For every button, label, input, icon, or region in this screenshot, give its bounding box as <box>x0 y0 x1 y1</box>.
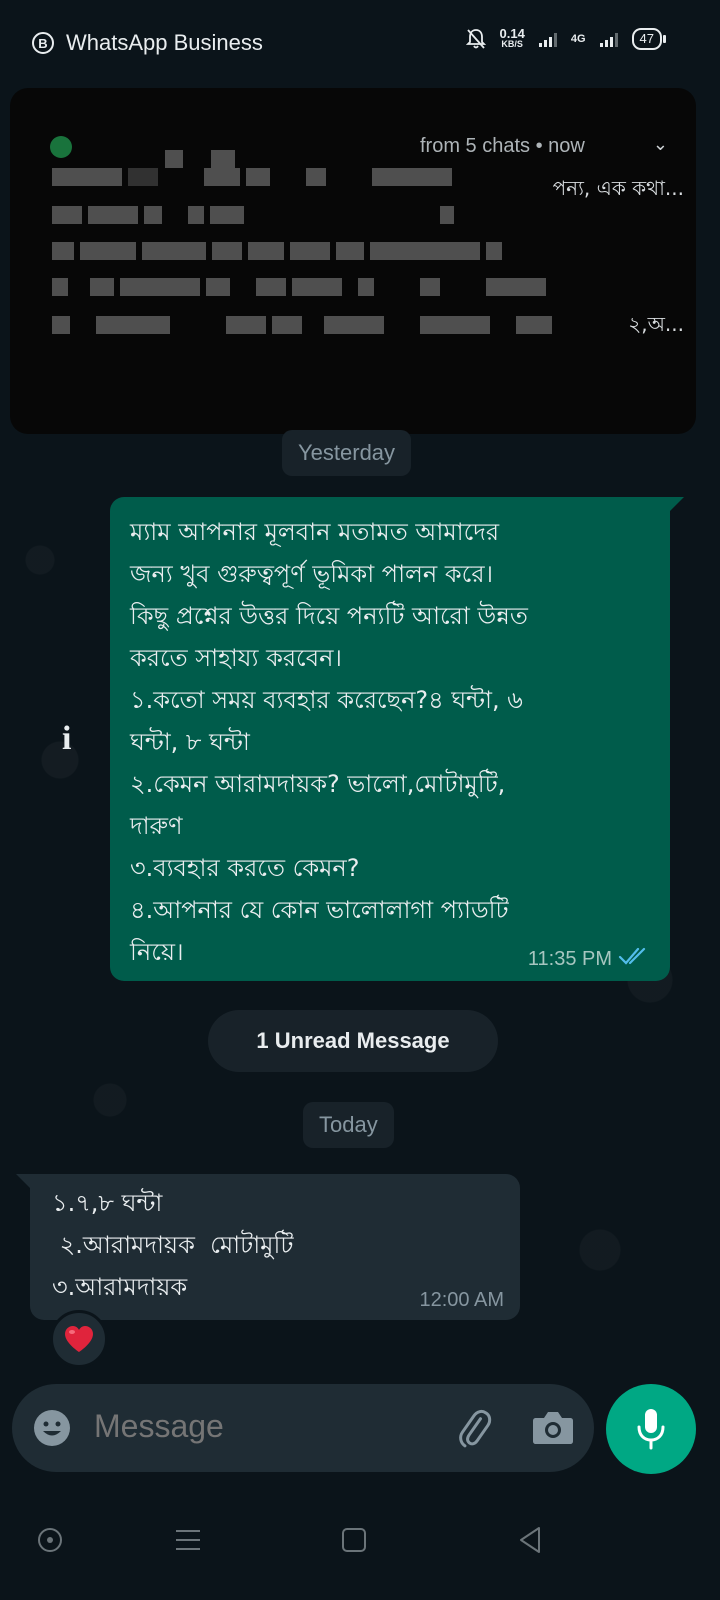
system-navigation-bar <box>0 1488 720 1600</box>
status-bar-app: B WhatsApp Business <box>32 30 263 56</box>
heart-reaction-icon[interactable] <box>50 1310 108 1368</box>
status-bar: B WhatsApp Business 0.14 KB/S 4G 47 <box>0 0 720 88</box>
message-input[interactable] <box>94 1408 424 1445</box>
camera-icon[interactable] <box>532 1408 574 1446</box>
redacted-text <box>52 168 452 186</box>
network-type: 4G <box>570 33 586 45</box>
message-time: 12:00 AM <box>419 1289 504 1311</box>
redacted-text <box>52 316 552 334</box>
paperclip-icon[interactable] <box>452 1406 496 1450</box>
battery-indicator: 47 <box>631 28 667 50</box>
signal-icon <box>538 31 557 47</box>
message-time: 11:35 PM <box>527 948 612 970</box>
emoji-icon[interactable] <box>32 1408 72 1448</box>
redacted-text <box>52 278 546 296</box>
unread-messages-divider: 1 Unread Message <box>208 1010 498 1072</box>
square-icon[interactable] <box>334 1520 374 1560</box>
circle-icon[interactable] <box>30 1520 70 1560</box>
notification-card[interactable]: from 5 chats • now ⌄ পন্য, এক কথা... ২,অ… <box>10 88 696 434</box>
redacted-text <box>52 242 502 260</box>
notification-line-1: পন্য, এক কথা... <box>552 176 684 200</box>
app-name: WhatsApp Business <box>66 30 263 55</box>
network-speed-value: 0.14 <box>499 26 525 41</box>
notification-meta: from 5 chats • now <box>420 135 585 157</box>
mute-bell-icon <box>465 29 486 49</box>
notification-app-icon <box>50 136 72 158</box>
date-chip-yesterday: Yesterday <box>282 430 412 476</box>
incoming-message-bubble[interactable]: ১.৭,৮ ঘন্টা ২.আরামদায়ক মোটামুটি ৩.আরামদ… <box>16 1174 520 1320</box>
back-triangle-icon[interactable] <box>510 1520 550 1560</box>
outgoing-message-bubble[interactable]: ম্যাম আপনার মূলবান মতামত আমাদের জন্য খুব… <box>110 497 684 981</box>
redacted-text <box>165 150 241 168</box>
chevron-down-icon[interactable]: ⌄ <box>653 134 668 155</box>
message-composer[interactable] <box>12 1384 594 1472</box>
network-speed: 0.14 KB/S <box>499 26 525 50</box>
mic-button[interactable] <box>606 1384 696 1474</box>
whatsapp-business-icon: B <box>32 32 54 54</box>
menu-icon[interactable] <box>168 1520 208 1560</box>
message-text: ম্যাম আপনার মূলবান মতামত আমাদের জন্য খুব… <box>130 518 528 966</box>
date-chip-today: Today <box>303 1102 394 1148</box>
redacted-text <box>52 206 454 224</box>
status-bar-indicators: 0.14 KB/S 4G 47 <box>465 26 667 50</box>
notification-line-2: ২,অ... <box>628 312 684 336</box>
double-check-icon <box>618 947 646 965</box>
network-speed-unit: KB/S <box>501 39 523 49</box>
mic-icon <box>637 1409 665 1450</box>
info-icon[interactable]: i <box>62 720 71 758</box>
signal-icon-2 <box>599 31 618 47</box>
